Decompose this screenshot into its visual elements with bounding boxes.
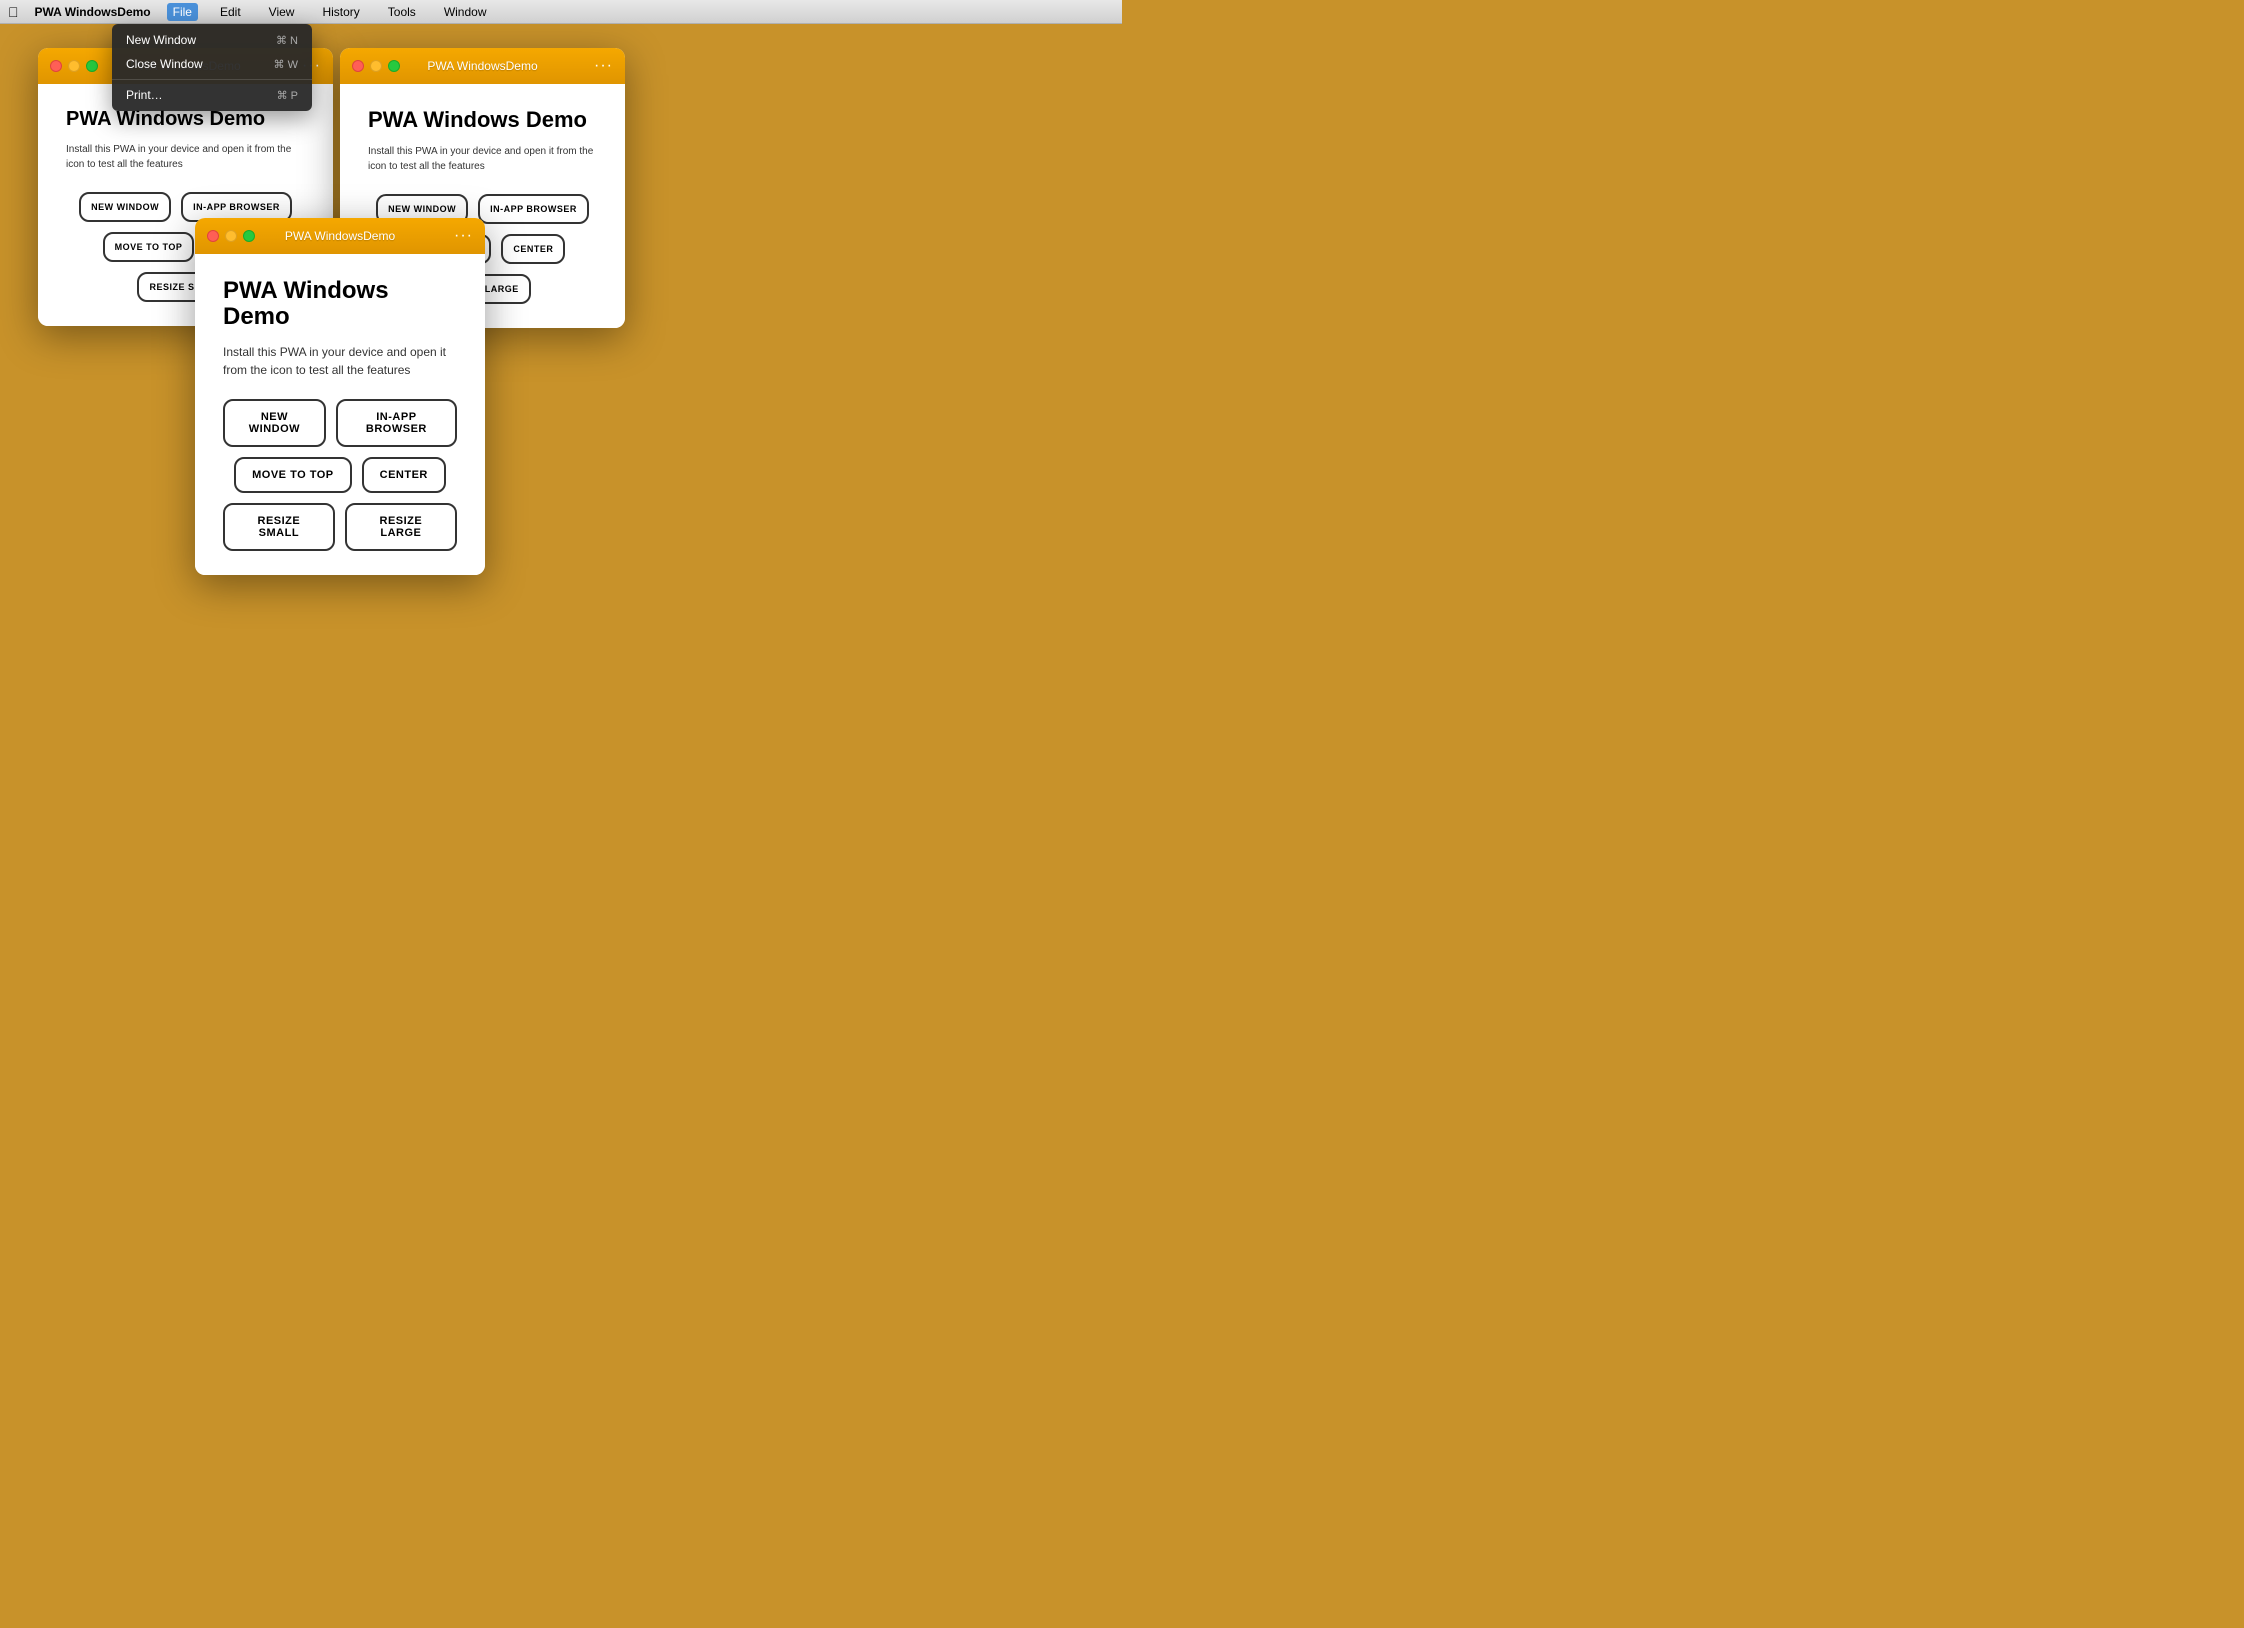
menu-new-window[interactable]: New Window ⌘ N [112,28,312,52]
menu-file[interactable]: File [167,3,198,21]
menu-window[interactable]: Window [438,3,493,21]
window-dots-back-right[interactable]: ··· [594,57,613,75]
pwa-desc-back-right: Install this PWA in your device and open… [368,144,597,174]
app-name: PWA WindowsDemo [35,5,151,19]
apple-menu[interactable]:  [8,4,19,20]
close-button-back-right[interactable] [352,60,364,72]
in-app-browser-btn-front[interactable]: IN-APP BROWSER [336,399,457,447]
menu-separator [112,79,312,80]
minimize-button-front[interactable] [225,230,237,242]
close-button-back-left[interactable] [50,60,62,72]
new-window-btn-front[interactable]: NEW WINDOW [223,399,326,447]
pwa-heading-front: PWA Windows Demo [223,278,457,331]
window-dots-front[interactable]: ··· [454,227,473,245]
move-to-top-btn-front[interactable]: MOVE TO TOP [234,457,352,493]
resize-large-btn-front[interactable]: RESIZE LARGE [345,503,457,551]
center-btn-front[interactable]: CENTER [362,457,446,493]
menu-tools[interactable]: Tools [382,3,422,21]
maximize-button-front[interactable] [243,230,255,242]
traffic-lights-front [207,230,255,242]
menu-new-window-label: New Window [126,33,196,47]
menu-edit[interactable]: Edit [214,3,247,21]
window-title-back-right: PWA WindowsDemo [427,59,537,73]
file-dropdown-menu: New Window ⌘ N Close Window ⌘ W Print… ⌘… [112,24,312,111]
btn-grid-front: NEW WINDOW IN-APP BROWSER MOVE TO TOP CE… [223,399,457,551]
btn-row-2-front: MOVE TO TOP CENTER [234,457,446,493]
menu-print-label: Print… [126,88,163,102]
menu-print[interactable]: Print… ⌘ P [112,83,312,107]
pwa-heading-back-right: PWA Windows Demo [368,108,597,132]
titlebar-back-right: PWA WindowsDemo ··· [340,48,625,84]
btn-row-1-front: NEW WINDOW IN-APP BROWSER [223,399,457,447]
maximize-button-back-right[interactable] [388,60,400,72]
menu-new-window-shortcut: ⌘ N [276,34,298,47]
menu-close-window-shortcut: ⌘ W [274,58,298,71]
close-button-front[interactable] [207,230,219,242]
btn-row-3-front: RESIZE SMALL RESIZE LARGE [223,503,457,551]
menu-view[interactable]: View [263,3,301,21]
titlebar-front: PWA WindowsDemo ··· [195,218,485,254]
minimize-button-back-left[interactable] [68,60,80,72]
traffic-lights-back-right [352,60,400,72]
pwa-desc-front: Install this PWA in your device and open… [223,343,457,379]
in-app-browser-btn-back-right[interactable]: IN-APP BROWSER [478,194,589,224]
menu-close-window-label: Close Window [126,57,203,71]
minimize-button-back-right[interactable] [370,60,382,72]
maximize-button-back-left[interactable] [86,60,98,72]
menubar:  PWA WindowsDemo File Edit View History… [0,0,1122,24]
menu-close-window[interactable]: Close Window ⌘ W [112,52,312,76]
pwa-window-front: PWA WindowsDemo ··· PWA Windows Demo Ins… [195,218,485,575]
window-title-front: PWA WindowsDemo [285,229,395,243]
center-btn-back-right[interactable]: CENTER [501,234,565,264]
new-window-btn-back-left[interactable]: NEW WINDOW [79,192,171,222]
traffic-lights-back-left [50,60,98,72]
resize-small-btn-front[interactable]: RESIZE SMALL [223,503,335,551]
menu-history[interactable]: History [316,3,365,21]
content-front: PWA Windows Demo Install this PWA in you… [195,254,485,575]
pwa-desc-back-left: Install this PWA in your device and open… [66,142,305,172]
move-to-top-btn-back-left[interactable]: MOVE TO TOP [103,232,195,262]
menu-print-shortcut: ⌘ P [277,89,298,102]
pwa-heading-back-left: PWA Windows Demo [66,108,305,130]
